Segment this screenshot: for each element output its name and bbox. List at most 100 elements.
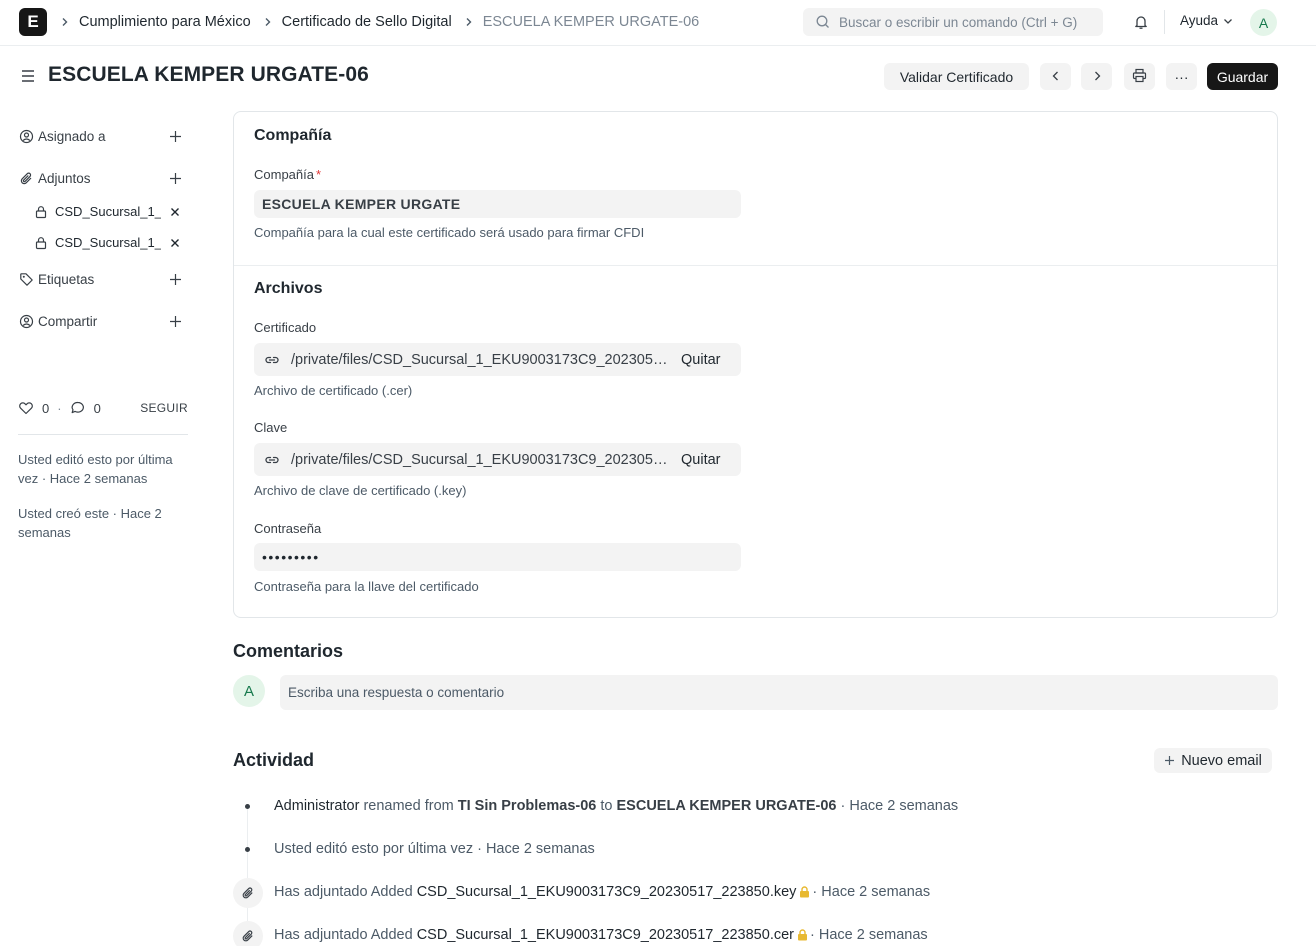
attachment-item[interactable]: CSD_Sucursal_1_ bbox=[34, 235, 184, 250]
company-field[interactable]: ESCUELA KEMPER URGATE bbox=[254, 190, 741, 218]
certificate-field-label: Certificado bbox=[254, 320, 317, 335]
attachment-name: CSD_Sucursal_1_ bbox=[55, 235, 161, 250]
chevron-down-icon bbox=[1223, 16, 1233, 26]
comments-count: 0 bbox=[93, 400, 101, 416]
paperclip-icon bbox=[18, 170, 34, 186]
search-icon bbox=[815, 14, 831, 30]
activity-prefix: Has adjuntado Added bbox=[274, 884, 413, 900]
company-value: ESCUELA KEMPER URGATE bbox=[262, 196, 461, 212]
section-title-company: Compañía bbox=[254, 127, 332, 144]
password-field-label: Contraseña bbox=[254, 521, 322, 536]
lock-icon bbox=[34, 236, 48, 250]
app-logo[interactable]: E bbox=[19, 8, 47, 36]
sidebar-tags[interactable]: Etiquetas bbox=[18, 271, 188, 287]
breadcrumb-current[interactable]: ESCUELA KEMPER URGATE-06 bbox=[483, 14, 700, 30]
link-icon[interactable] bbox=[263, 351, 281, 369]
sidebar-tags-label: Etiquetas bbox=[38, 271, 95, 287]
attachment-item[interactable]: CSD_Sucursal_1_ bbox=[34, 204, 184, 219]
last-edited-note: Usted editó esto por última vez · Hace 2… bbox=[18, 452, 173, 486]
validate-certificate-button[interactable]: Validar Certificado bbox=[884, 63, 1029, 90]
bell-icon[interactable] bbox=[1131, 12, 1151, 32]
remove-attachment-icon[interactable] bbox=[169, 237, 181, 249]
chevron-right-icon bbox=[464, 17, 474, 27]
sidebar-attachments[interactable]: Adjuntos bbox=[18, 170, 188, 186]
new-email-label: Nuevo email bbox=[1181, 752, 1262, 769]
comment-input[interactable]: Escriba una respuesta o comentario bbox=[280, 675, 1278, 710]
chevron-right-icon bbox=[1091, 69, 1103, 85]
link-icon[interactable] bbox=[263, 451, 281, 469]
remove-key-button[interactable]: Quitar bbox=[681, 452, 721, 468]
form-card: Compañía Compañía * ESCUELA KEMPER URGATE… bbox=[233, 111, 1278, 618]
user-avatar[interactable]: A bbox=[1250, 9, 1277, 36]
activity-item-edit: Usted editó esto por última vez · Hace 2… bbox=[274, 841, 595, 857]
previous-record-button[interactable] bbox=[1040, 63, 1071, 90]
remove-certificate-button[interactable]: Quitar bbox=[681, 352, 721, 368]
chevron-left-icon bbox=[1050, 69, 1062, 85]
help-label: Ayuda bbox=[1180, 13, 1219, 28]
activity-edit-text: Usted editó esto por última vez · Hace 2… bbox=[274, 841, 595, 857]
plus-icon[interactable] bbox=[168, 272, 182, 286]
activity-actor[interactable]: Administrator bbox=[274, 798, 359, 814]
activity-item-attachment: Has adjuntado Added CSD_Sucursal_1_EKU90… bbox=[274, 927, 928, 943]
paperclip-icon bbox=[233, 878, 263, 908]
likes-comments-bar: 0 · 0 SEGUIR bbox=[18, 400, 188, 416]
sidebar-share-label: Compartir bbox=[38, 313, 98, 329]
tag-icon bbox=[18, 271, 34, 287]
save-button[interactable]: Guardar bbox=[1207, 63, 1278, 90]
activity-old-name: TI Sin Problemas-06 bbox=[457, 798, 597, 814]
attachment-name: CSD_Sucursal_1_ bbox=[55, 204, 161, 219]
password-field[interactable]: ••••••••• bbox=[254, 543, 741, 571]
breadcrumb: Cumplimiento para México Certificado de … bbox=[60, 0, 711, 44]
activity-file-link[interactable]: CSD_Sucursal_1_EKU9003173C9_20230517_223… bbox=[417, 927, 794, 943]
top-navbar: E Cumplimiento para México Certificado d… bbox=[0, 0, 1316, 46]
search-placeholder: Buscar o escribir un comando (Ctrl + G) bbox=[839, 14, 1078, 30]
plus-icon[interactable] bbox=[168, 129, 182, 143]
sidebar-assigned-to[interactable]: Asignado a bbox=[18, 128, 188, 144]
more-actions-button[interactable]: ··· bbox=[1166, 63, 1197, 90]
activity-time: · Hace 2 semanas bbox=[812, 884, 931, 900]
separator-dot: · bbox=[57, 400, 62, 416]
help-dropdown[interactable]: Ayuda bbox=[1180, 13, 1233, 28]
created-note: Usted creó este · Hace 2 semanas bbox=[18, 506, 162, 540]
user-share-icon bbox=[18, 313, 34, 329]
key-file-path[interactable]: /private/files/CSD_Sucursal_1_EKU9003173… bbox=[291, 452, 673, 468]
comment-avatar: A bbox=[233, 675, 265, 707]
sidebar-divider bbox=[18, 434, 188, 435]
certificate-file-path[interactable]: /private/files/CSD_Sucursal_1_EKU9003173… bbox=[291, 352, 673, 368]
certificate-description: Archivo de certificado (.cer) bbox=[254, 383, 413, 398]
navbar-divider bbox=[1164, 10, 1165, 34]
plus-icon[interactable] bbox=[168, 314, 182, 328]
next-record-button[interactable] bbox=[1081, 63, 1112, 90]
search-input[interactable]: Buscar o escribir un comando (Ctrl + G) bbox=[803, 8, 1103, 36]
paperclip-icon bbox=[233, 921, 263, 946]
breadcrumb-doctype[interactable]: Certificado de Sello Digital bbox=[282, 14, 452, 30]
breadcrumb-module[interactable]: Cumplimiento para México bbox=[79, 14, 251, 30]
timeline-dot bbox=[245, 804, 250, 809]
activity-verb: renamed from bbox=[363, 798, 454, 814]
heart-icon[interactable] bbox=[18, 400, 34, 416]
new-email-button[interactable]: Nuevo email bbox=[1154, 748, 1272, 773]
printer-icon bbox=[1132, 68, 1147, 86]
activity-file-link[interactable]: CSD_Sucursal_1_EKU9003173C9_20230517_223… bbox=[417, 884, 797, 900]
section-title-files: Archivos bbox=[254, 280, 323, 297]
activity-time: · Hace 2 semanas bbox=[810, 927, 928, 943]
activity-prefix: Has adjuntado Added bbox=[274, 927, 413, 943]
timeline-dot bbox=[245, 847, 250, 852]
sidebar-toggle-icon[interactable] bbox=[20, 68, 36, 84]
sidebar-share[interactable]: Compartir bbox=[18, 313, 188, 329]
plus-icon bbox=[1164, 755, 1175, 766]
sidebar-attachments-label: Adjuntos bbox=[38, 170, 91, 186]
comment-icon[interactable] bbox=[70, 400, 86, 416]
likes-count: 0 bbox=[42, 400, 50, 416]
remove-attachment-icon[interactable] bbox=[169, 206, 181, 218]
sidebar-assigned-label: Asignado a bbox=[38, 128, 106, 144]
company-field-label: Compañía * bbox=[254, 167, 321, 182]
certificate-file-field[interactable]: /private/files/CSD_Sucursal_1_EKU9003173… bbox=[254, 343, 741, 376]
key-field-label: Clave bbox=[254, 420, 288, 435]
chevron-right-icon bbox=[263, 17, 273, 27]
print-button[interactable] bbox=[1124, 63, 1155, 90]
activity-to-word: to bbox=[600, 798, 613, 814]
follow-button[interactable]: SEGUIR bbox=[140, 401, 188, 415]
plus-icon[interactable] bbox=[168, 171, 182, 185]
key-file-field[interactable]: /private/files/CSD_Sucursal_1_EKU9003173… bbox=[254, 443, 741, 476]
